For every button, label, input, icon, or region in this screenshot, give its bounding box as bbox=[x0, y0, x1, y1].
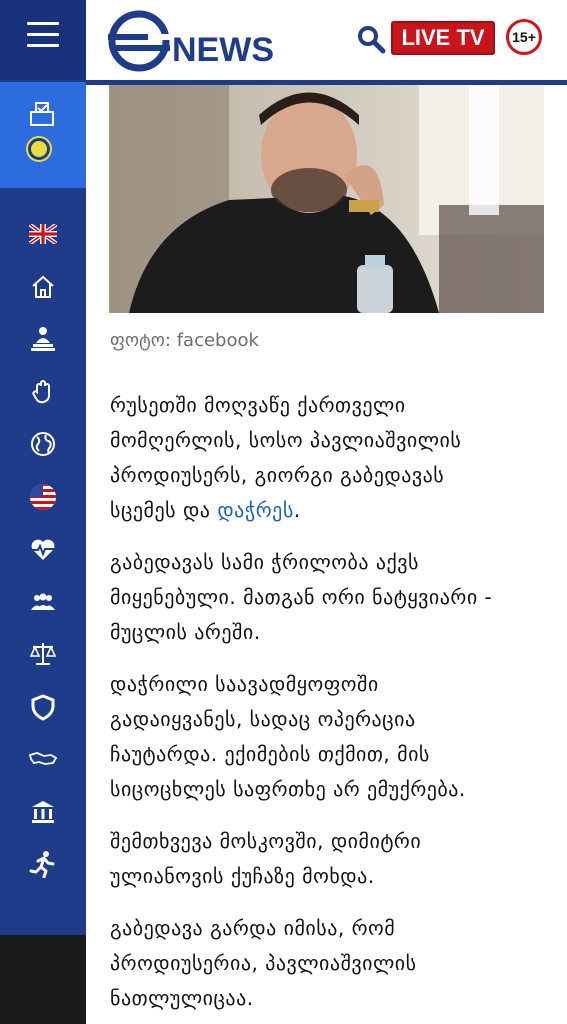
page: NEWS LIVE TV 15+ ფოტო: facebook რუსეთში … bbox=[0, 0, 567, 1024]
search-icon[interactable] bbox=[356, 24, 386, 54]
georgia-map-icon[interactable] bbox=[0, 733, 86, 786]
logo-icon bbox=[108, 10, 170, 72]
text-line: გაბედავას სამი ჭრილობა აქვს bbox=[110, 550, 419, 574]
menu-icon[interactable] bbox=[27, 22, 59, 50]
age-rating-badge: 15+ bbox=[506, 19, 542, 55]
text-line: გადაიყვანეს, სადაც ოპერაცია bbox=[110, 707, 416, 731]
text-line: ნათლულიცაა. bbox=[110, 986, 254, 1010]
text-line: მომღერლის, სოსო პავლიაშვილის bbox=[110, 428, 462, 452]
sidebar-item-elections[interactable] bbox=[0, 82, 86, 188]
flag-uk-icon[interactable] bbox=[0, 208, 86, 261]
sidebar bbox=[0, 0, 86, 1024]
status-dot bbox=[28, 138, 50, 160]
home-icon[interactable] bbox=[0, 261, 86, 314]
live-tv-button[interactable]: LIVE TV bbox=[391, 21, 495, 55]
runner-icon[interactable] bbox=[0, 838, 86, 891]
people-icon[interactable] bbox=[0, 576, 86, 629]
logo[interactable]: NEWS bbox=[108, 8, 300, 74]
paragraph: რუსეთში მოღვაწე ქართველი მომღერლის, სოსო… bbox=[110, 388, 540, 528]
text-line: რუსეთში მოღვაწე ქართველი bbox=[110, 393, 406, 417]
paragraph: გაბედავა გარდა იმისა, რომ პროდიუსერია, პ… bbox=[110, 911, 540, 1016]
paragraph: გაბედავას სამი ჭრილობა აქვს მიყენებული. … bbox=[110, 545, 540, 650]
text-line: გაბედავა გარდა იმისა, რომ bbox=[110, 916, 396, 940]
text-segment: . bbox=[293, 498, 301, 522]
header: NEWS LIVE TV 15+ bbox=[86, 0, 567, 80]
person-podium-icon[interactable] bbox=[0, 313, 86, 366]
article-body: რუსეთში მოღვაწე ქართველი მომღერლის, სოსო… bbox=[110, 388, 540, 1024]
scales-icon[interactable] bbox=[0, 628, 86, 681]
shield-icon[interactable] bbox=[0, 681, 86, 734]
text-segment: სცემეს და bbox=[110, 498, 218, 522]
sidebar-icons bbox=[0, 208, 86, 891]
text-line: ულიანოვის ქუჩაზე მოხდა. bbox=[110, 864, 375, 888]
sidebar-top bbox=[0, 0, 86, 80]
bank-icon[interactable] bbox=[0, 786, 86, 839]
globe-icon[interactable] bbox=[0, 418, 86, 471]
photo-caption: ფოტო: facebook bbox=[110, 330, 259, 351]
text-line: ჩაუტარდა. ექიმების თქმით, მის bbox=[110, 742, 430, 766]
heart-pulse-icon[interactable] bbox=[0, 523, 86, 576]
paragraph: შემთხვევა მოსკოვში, დიმიტრი ულიანოვის ქუ… bbox=[110, 824, 540, 894]
article-photo bbox=[109, 85, 544, 313]
flag-us-icon[interactable] bbox=[0, 471, 86, 524]
text-line: დაჭრილი საავადმყოფოში bbox=[110, 672, 379, 696]
text-line: პროდიუსერს, გიორგი გაბედავას bbox=[110, 463, 445, 487]
hand-icon[interactable] bbox=[0, 366, 86, 419]
paragraph: დაჭრილი საავადმყოფოში გადაიყვანეს, სადაც… bbox=[110, 667, 540, 807]
article-link[interactable]: დაჭრეს bbox=[217, 498, 293, 522]
ballot-box-icon bbox=[30, 102, 54, 126]
sidebar-bottom bbox=[0, 935, 86, 1024]
text-line: პროდიუსერია, პავლიაშვილის bbox=[110, 951, 417, 975]
logo-text: NEWS bbox=[172, 31, 274, 69]
text-line: სცემეს და დაჭრეს. bbox=[110, 493, 540, 528]
text-line: შემთხვევა მოსკოვში, დიმიტრი bbox=[110, 829, 422, 853]
text-line: მუცლის არეში. bbox=[110, 620, 261, 644]
text-line: სიცოცხლეს საფრთხე არ ემუქრება. bbox=[110, 777, 466, 801]
text-line: მიყენებული. მათგან ორი ნატყვიარი - bbox=[110, 585, 493, 609]
